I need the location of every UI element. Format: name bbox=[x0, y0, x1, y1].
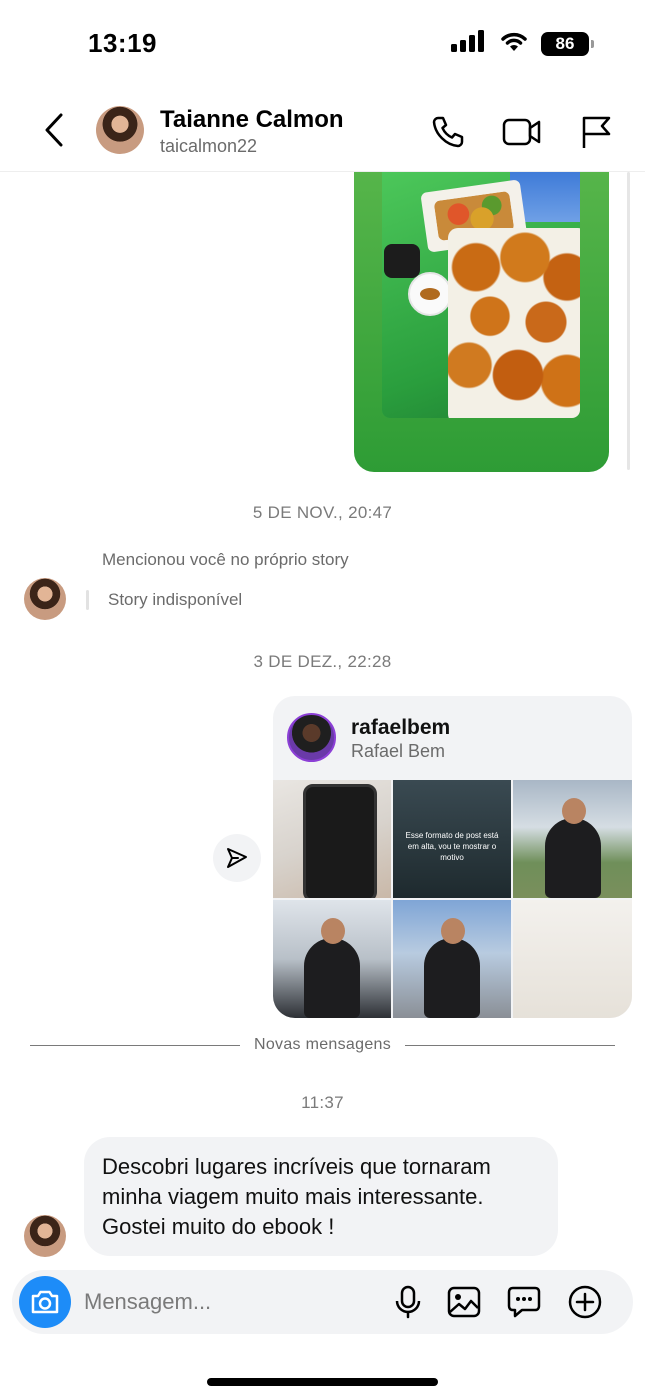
contact-name[interactable]: Taianne Calmon bbox=[160, 106, 344, 134]
message-composer bbox=[12, 1270, 633, 1334]
flag-icon bbox=[582, 116, 611, 148]
received-message-bubble[interactable]: Descobri lugares incríveis que tornaram … bbox=[84, 1137, 558, 1256]
sender-avatar[interactable] bbox=[24, 578, 66, 620]
status-bar: 13:19 86 bbox=[0, 0, 645, 88]
wifi-icon bbox=[499, 30, 529, 57]
microphone-icon bbox=[395, 1285, 421, 1319]
contact-handle[interactable]: taicalmon22 bbox=[160, 136, 257, 157]
gallery-icon bbox=[447, 1286, 481, 1318]
back-button[interactable] bbox=[36, 110, 72, 150]
sender-avatar[interactable] bbox=[24, 1215, 66, 1257]
camera-icon bbox=[31, 1290, 59, 1314]
new-messages-label: Novas mensagens bbox=[254, 1036, 392, 1053]
video-call-icon bbox=[502, 118, 541, 146]
shared-profile-card[interactable]: rafaelbem Rafael Bem Esse formato de pos… bbox=[273, 696, 632, 1018]
back-chevron-icon bbox=[45, 113, 63, 147]
mention-label: Mencionou você no próprio story bbox=[102, 550, 349, 569]
battery-icon: 86 bbox=[541, 31, 594, 56]
story-image[interactable] bbox=[382, 172, 580, 418]
post-thumbnail[interactable] bbox=[513, 780, 632, 898]
contact-avatar[interactable] bbox=[96, 106, 144, 154]
voice-message-button[interactable] bbox=[390, 1284, 426, 1320]
home-indicator[interactable] bbox=[207, 1378, 438, 1386]
status-time: 13:19 bbox=[88, 28, 157, 58]
more-options-button[interactable] bbox=[567, 1284, 603, 1320]
phone-icon bbox=[432, 116, 464, 148]
timestamp: 5 DE NOV., 20:47 bbox=[252, 503, 393, 522]
video-call-button[interactable] bbox=[502, 112, 542, 152]
post-thumbnail[interactable] bbox=[273, 780, 391, 898]
plus-icon bbox=[568, 1285, 602, 1319]
profile-avatar[interactable] bbox=[287, 713, 336, 762]
battery-level: 86 bbox=[555, 33, 575, 53]
send-icon bbox=[227, 848, 247, 868]
profile-full-name: Rafael Bem bbox=[351, 741, 446, 761]
quote-bar bbox=[86, 590, 89, 610]
post-thumbnail[interactable] bbox=[273, 900, 391, 1018]
timestamp: 11:37 bbox=[301, 1093, 344, 1112]
scroll-indicator bbox=[627, 172, 630, 470]
status-icons: 86 bbox=[451, 30, 594, 57]
sticker-icon bbox=[507, 1286, 541, 1318]
camera-button[interactable] bbox=[19, 1276, 71, 1328]
profile-post-grid: Esse formato de post está em alta, vou t… bbox=[273, 780, 632, 1018]
post-caption: Esse formato de post está em alta, vou t… bbox=[405, 831, 499, 862]
story-reply-bubble[interactable] bbox=[354, 172, 609, 472]
story-unavailable-label: Story indisponível bbox=[108, 590, 243, 609]
report-button[interactable] bbox=[576, 112, 616, 152]
profile-username[interactable]: rafaelbem bbox=[351, 716, 450, 740]
chat-header: Taianne Calmon taicalmon22 bbox=[0, 88, 645, 172]
message-input[interactable] bbox=[84, 1287, 364, 1317]
timestamp: 3 DE DEZ., 22:28 bbox=[253, 652, 392, 671]
sticker-button[interactable] bbox=[506, 1284, 542, 1320]
share-button[interactable] bbox=[213, 834, 261, 882]
post-thumbnail[interactable]: Esse formato de post está em alta, vou t… bbox=[393, 780, 511, 898]
new-messages-divider: Novas mensagens bbox=[30, 1034, 616, 1056]
voice-call-button[interactable] bbox=[428, 112, 468, 152]
post-thumbnail[interactable] bbox=[393, 900, 511, 1018]
post-thumbnail[interactable] bbox=[513, 900, 632, 1018]
signal-icon bbox=[451, 30, 487, 57]
gallery-button[interactable] bbox=[446, 1284, 482, 1320]
